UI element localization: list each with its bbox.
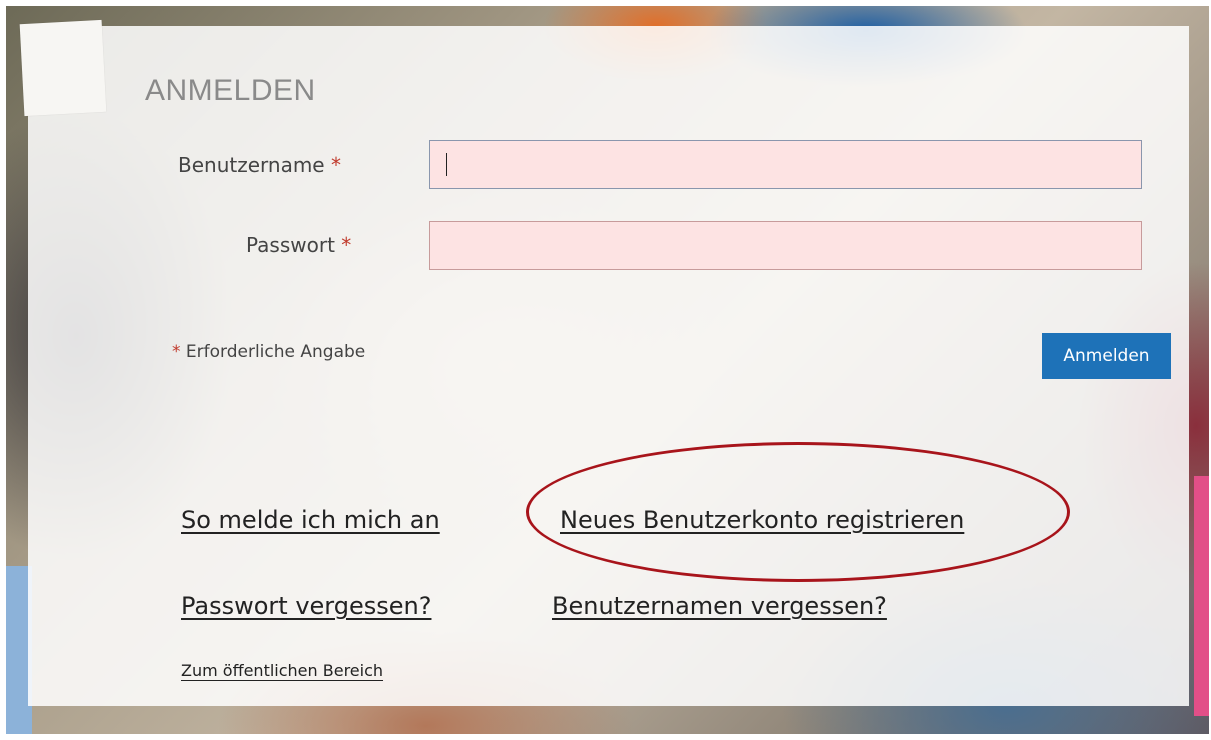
password-label: Passwort * xyxy=(246,233,351,257)
password-label-text: Passwort xyxy=(246,233,335,257)
required-asterisk: * xyxy=(330,153,341,177)
required-note-text: Erforderliche Angabe xyxy=(185,342,366,362)
password-input[interactable] xyxy=(429,221,1142,270)
forgot-username-link[interactable]: Benutzernamen vergessen? xyxy=(552,592,887,620)
required-note: * Erforderliche Angabe xyxy=(172,342,365,362)
logo xyxy=(19,19,107,117)
forgot-password-link[interactable]: Passwort vergessen? xyxy=(181,592,431,620)
background-detail xyxy=(1194,476,1209,716)
page-title: ANMELDEN xyxy=(145,74,316,107)
public-area-link[interactable]: Zum öffentlichen Bereich xyxy=(181,661,383,680)
register-link[interactable]: Neues Benutzerkonto registrieren xyxy=(560,506,964,534)
how-to-login-link[interactable]: So melde ich mich an xyxy=(181,506,440,534)
required-asterisk: * xyxy=(172,342,181,362)
required-asterisk: * xyxy=(341,233,352,257)
username-label-text: Benutzername xyxy=(178,153,325,177)
username-input[interactable] xyxy=(429,140,1142,189)
username-label: Benutzername * xyxy=(178,153,341,177)
text-caret xyxy=(446,153,447,176)
login-button[interactable]: Anmelden xyxy=(1042,333,1171,379)
